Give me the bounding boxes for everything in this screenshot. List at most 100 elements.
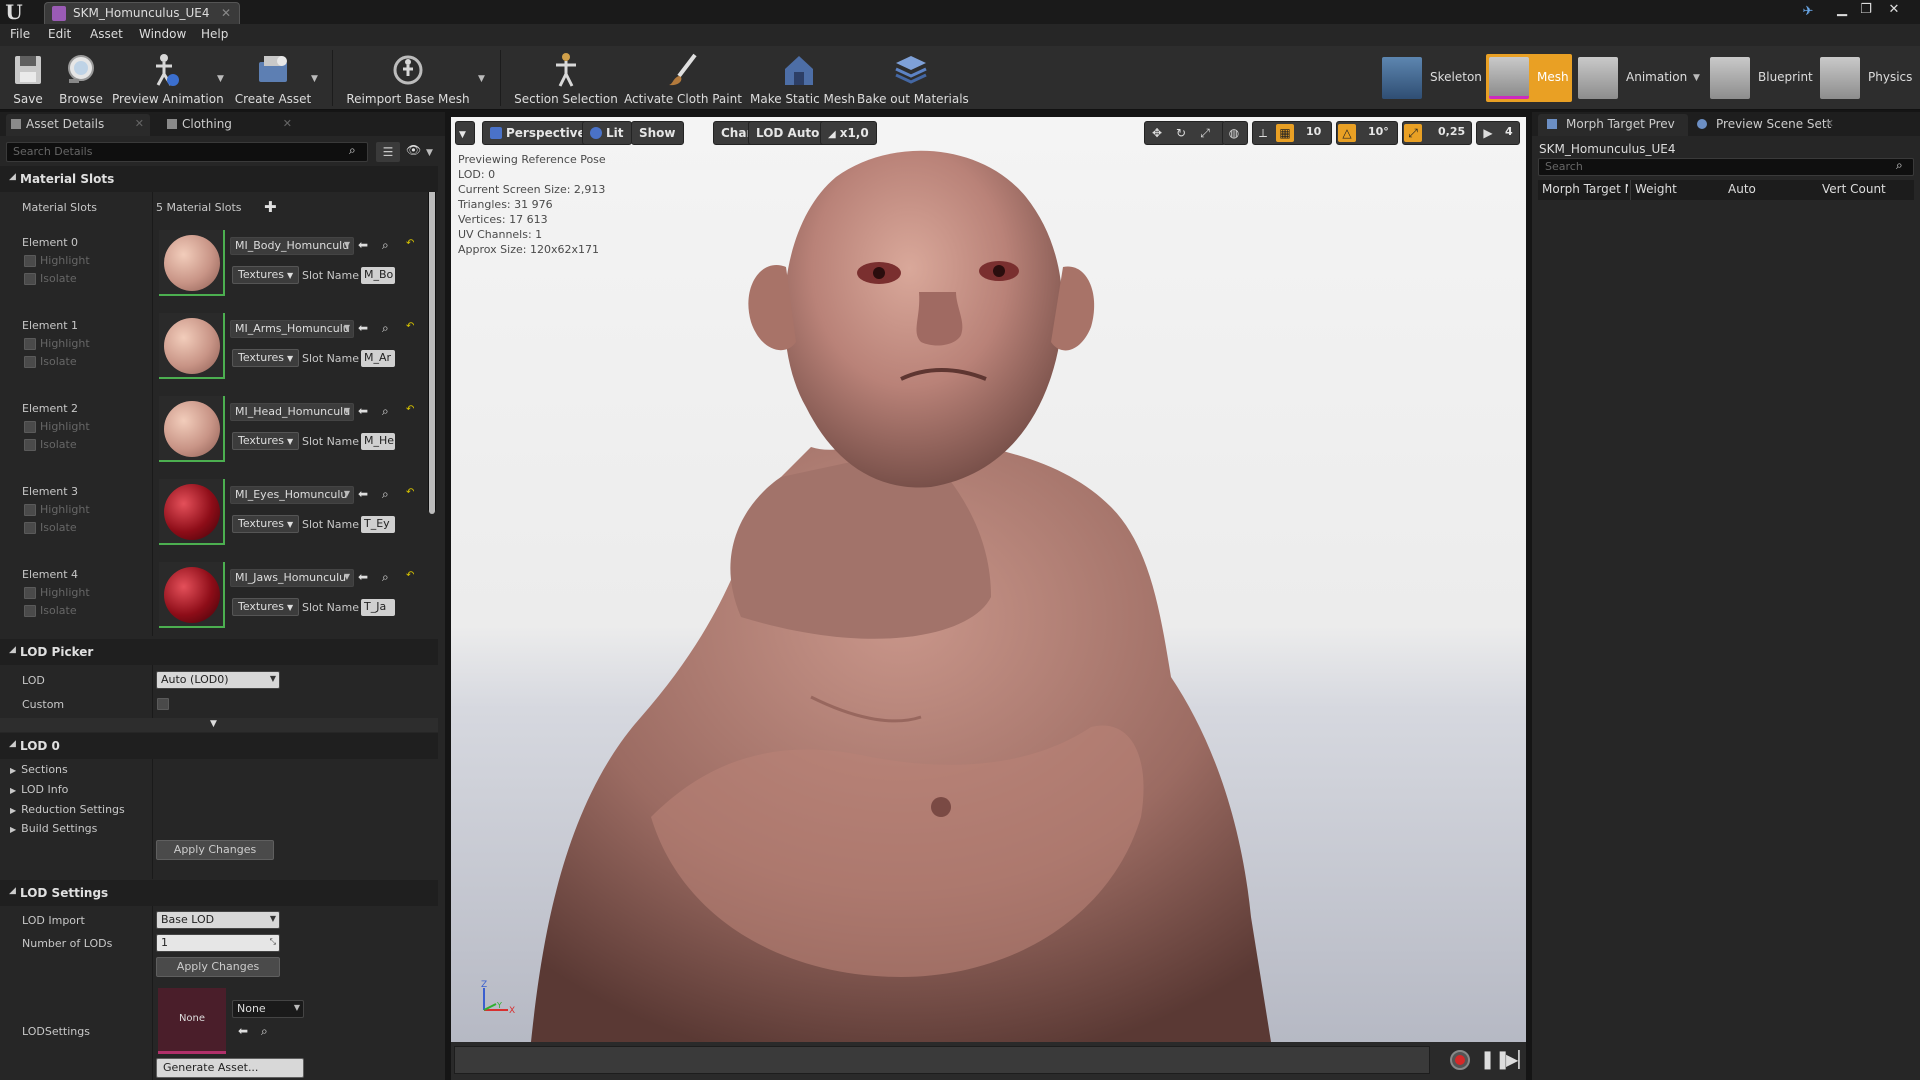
lod0-reduction-settings-item[interactable]: ▶ Reduction Settings	[10, 803, 125, 816]
expand-arrow-icon[interactable]: ▼	[210, 719, 217, 729]
slot-name-input[interactable]: M_He	[361, 433, 395, 450]
eye-dropdown-icon[interactable]: ▼	[426, 148, 433, 158]
lod-auto-button[interactable]: LOD Auto	[748, 121, 828, 145]
create-asset-dropdown-icon[interactable]: ▼	[311, 74, 318, 84]
use-selected-arrow-icon[interactable]: ⬅	[358, 487, 368, 501]
isolate-checkbox[interactable]	[24, 605, 36, 617]
section-lod-settings[interactable]: ◢ LOD Settings	[0, 880, 438, 906]
notification-icon[interactable]: ✈	[1796, 2, 1820, 22]
slot-name-input[interactable]: M_Ar	[361, 350, 395, 367]
show-button[interactable]: Show	[631, 121, 684, 145]
menu-help[interactable]: Help	[201, 27, 228, 41]
lodsettings-asset-combo[interactable]: None ▼	[232, 1000, 304, 1018]
preview-animation-button[interactable]: Preview Animation	[112, 50, 224, 106]
lod-combo[interactable]: Auto (LOD0) ▼	[156, 671, 280, 689]
material-combo[interactable]: MI_Body_Homunculu ▼	[230, 237, 354, 255]
section-selection-button[interactable]: Section Selection	[514, 50, 618, 106]
menu-edit[interactable]: Edit	[48, 27, 71, 41]
section-material-slots[interactable]: ◢ Material Slots	[0, 166, 438, 192]
isolate-checkbox[interactable]	[24, 356, 36, 368]
add-material-slot-button[interactable]: ✚	[264, 198, 277, 216]
textures-dropdown-button[interactable]: Textures ▼	[232, 598, 300, 616]
reset-to-default-icon[interactable]: ↶	[406, 570, 414, 581]
menu-asset[interactable]: Asset	[90, 27, 123, 41]
isolate-checkbox[interactable]	[24, 522, 36, 534]
use-selected-arrow-icon[interactable]: ⬅	[358, 238, 368, 252]
use-selected-arrow-icon[interactable]: ⬅	[358, 570, 368, 584]
make-static-mesh-button[interactable]: Make Static Mesh	[750, 50, 855, 106]
material-combo[interactable]: MI_Arms_Homunculu ▼	[230, 320, 354, 338]
close-icon[interactable]: ✕	[1825, 117, 1834, 130]
custom-checkbox[interactable]	[157, 698, 169, 710]
material-thumbnail[interactable]	[159, 562, 225, 628]
slot-name-input[interactable]: M_Bo	[361, 267, 395, 284]
material-thumbnail[interactable]	[159, 479, 225, 545]
activate-cloth-paint-button[interactable]: Activate Cloth Paint	[624, 50, 742, 106]
tab-morph-target-preview[interactable]: Morph Target Prev	[1538, 114, 1688, 136]
number-of-lods-input[interactable]: 1 ⤡	[156, 934, 280, 952]
timeline-scrubber[interactable]	[454, 1046, 1430, 1074]
browse-search-icon[interactable]: ⌕	[382, 321, 389, 336]
mode-animation[interactable]: Animation	[1578, 55, 1708, 101]
step-forward-button[interactable]: ▶▏	[1506, 1050, 1531, 1069]
minimize-button[interactable]: ▁	[1830, 0, 1854, 20]
tab-asset-details[interactable]: Asset Details ✕	[6, 114, 150, 136]
view-options-icon[interactable]: ☰	[376, 142, 400, 162]
advanced-expander[interactable]	[0, 718, 438, 732]
highlight-checkbox[interactable]	[24, 421, 36, 433]
material-thumbnail[interactable]	[159, 313, 225, 379]
unreal-logo-icon[interactable]: U	[3, 1, 25, 23]
slot-name-input[interactable]: T_Ey	[361, 516, 395, 533]
generate-asset-button[interactable]: Generate Asset...	[156, 1058, 304, 1078]
browse-search-icon[interactable]: ⌕	[261, 1024, 268, 1039]
browse-search-icon[interactable]: ⌕	[382, 487, 389, 502]
use-selected-arrow-icon[interactable]: ⬅	[358, 404, 368, 418]
column-morph-target-name[interactable]: Morph Target N	[1542, 182, 1628, 196]
menu-file[interactable]: File	[10, 27, 30, 41]
grid-snap-icon[interactable]: ▦	[1276, 124, 1294, 142]
create-asset-button[interactable]: Create Asset	[232, 50, 314, 106]
section-lod0[interactable]: ◢ LOD 0	[0, 733, 438, 759]
rotation-snap-icon[interactable]: △	[1338, 124, 1356, 142]
browse-button[interactable]: Browse	[56, 50, 106, 106]
perspective-button[interactable]: Perspective	[482, 121, 594, 145]
preview-animation-dropdown-icon[interactable]: ▼	[217, 74, 224, 84]
grid-snap-value[interactable]: 10	[1306, 125, 1321, 138]
tab-preview-scene-settings[interactable]: Preview Scene Sett ✕	[1690, 114, 1840, 136]
tab-clothing[interactable]: Clothing ✕	[162, 114, 298, 136]
highlight-checkbox[interactable]	[24, 587, 36, 599]
scale-snap-value[interactable]: 0,25	[1438, 125, 1465, 138]
isolate-checkbox[interactable]	[24, 273, 36, 285]
lit-button[interactable]: Lit	[582, 121, 632, 145]
lod0-build-settings-item[interactable]: ▶ Build Settings	[10, 822, 97, 835]
material-thumbnail[interactable]	[159, 230, 225, 296]
save-button[interactable]: Save	[6, 50, 50, 106]
mode-skeleton[interactable]: Skeleton	[1382, 55, 1482, 101]
textures-dropdown-button[interactable]: Textures ▼	[232, 266, 300, 284]
column-auto[interactable]: Auto	[1728, 182, 1756, 196]
isolate-checkbox[interactable]	[24, 439, 36, 451]
close-window-button[interactable]: ✕	[1882, 0, 1906, 20]
close-icon[interactable]: ✕	[221, 6, 231, 20]
reimport-base-mesh-button[interactable]: Reimport Base Mesh	[342, 50, 474, 106]
rotation-snap-value[interactable]: 10°	[1368, 125, 1389, 138]
viewport-options-button[interactable]: ▼	[455, 121, 475, 145]
bake-out-materials-button[interactable]: Bake out Materials	[857, 50, 969, 106]
animation-dropdown-icon[interactable]: ▼	[1693, 73, 1700, 83]
textures-dropdown-button[interactable]: Textures ▼	[232, 432, 300, 450]
lod0-apply-changes-button[interactable]: Apply Changes	[156, 840, 274, 860]
reset-to-default-icon[interactable]: ↶	[406, 404, 414, 415]
mode-blueprint[interactable]: Blueprint	[1710, 55, 1814, 101]
highlight-checkbox[interactable]	[24, 504, 36, 516]
textures-dropdown-button[interactable]: Textures ▼	[232, 349, 300, 367]
slot-name-input[interactable]: T_Ja	[361, 599, 395, 616]
material-combo[interactable]: MI_Eyes_Homunculu ▼	[230, 486, 354, 504]
textures-dropdown-button[interactable]: Textures ▼	[232, 515, 300, 533]
reset-to-default-icon[interactable]: ↶	[406, 487, 414, 498]
lod-import-combo[interactable]: Base LOD ▼	[156, 911, 280, 929]
section-lod-picker[interactable]: ◢ LOD Picker	[0, 639, 438, 665]
close-icon[interactable]: ✕	[135, 117, 144, 130]
rotate-icon[interactable]: ↻	[1172, 124, 1190, 142]
column-vert-count[interactable]: Vert Count	[1822, 182, 1886, 196]
lod0-lod-info-item[interactable]: ▶ LOD Info	[10, 783, 68, 796]
